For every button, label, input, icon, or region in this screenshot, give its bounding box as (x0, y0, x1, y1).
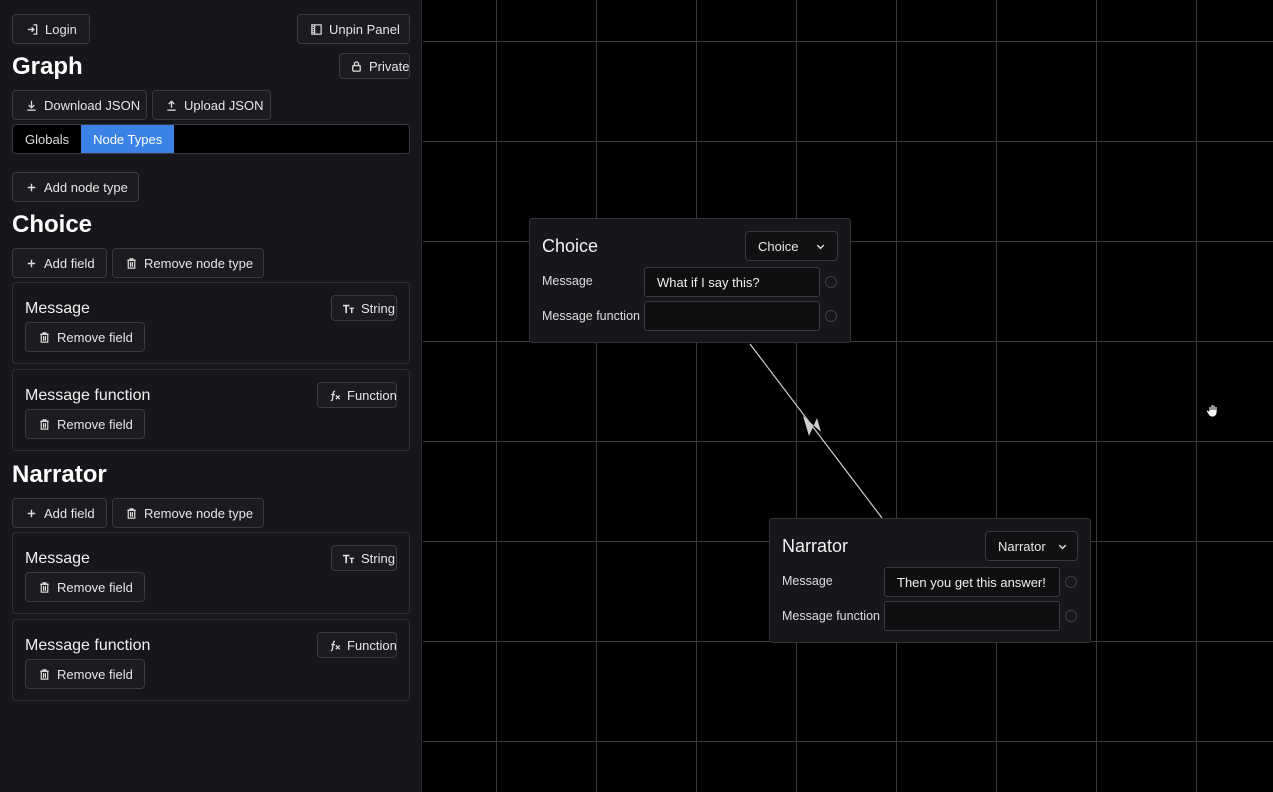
tab-node-types[interactable]: Node Types (81, 125, 175, 153)
node-type-select[interactable]: Narrator (985, 531, 1078, 561)
plus-icon (25, 180, 38, 194)
field-type-label: Function (347, 637, 397, 653)
download-json-label: Download JSON (44, 97, 141, 113)
field-type-label: String (361, 300, 395, 316)
panel-tabs: Globals Node Types (12, 124, 410, 154)
field-type-button[interactable]: String (331, 545, 397, 571)
unpin-panel-label: Unpin Panel (329, 21, 400, 37)
add-field-label: Add field (44, 255, 95, 271)
field-name: Message function (25, 387, 151, 404)
node-type-select-value: Narrator (998, 538, 1046, 554)
trash-icon (38, 417, 51, 431)
remove-field-button[interactable]: Remove field (25, 659, 145, 689)
field-card: Message function Function Remove field (12, 619, 410, 701)
lock-icon (350, 59, 363, 73)
add-field-button[interactable]: Add field (12, 498, 107, 528)
node-type-select[interactable]: Choice (745, 231, 838, 261)
output-port[interactable] (825, 310, 837, 322)
chevron-down-icon (1056, 539, 1069, 553)
upload-json-button[interactable]: Upload JSON (152, 90, 271, 120)
field-name: Message (25, 300, 90, 317)
plus-icon (25, 506, 38, 520)
login-button[interactable]: Login (12, 14, 90, 44)
remove-field-label: Remove field (57, 666, 133, 682)
download-json-button[interactable]: Download JSON (12, 90, 147, 120)
remove-field-label: Remove field (57, 416, 133, 432)
graph-title: Graph (12, 53, 83, 80)
field-card: Message String Remove field (12, 282, 410, 364)
graph-canvas[interactable]: Choice Choice Message What if I say this… (423, 0, 1273, 792)
node-field-label: Message (782, 574, 833, 588)
node-type-title: Choice (12, 211, 93, 238)
message-function-input[interactable] (884, 601, 1060, 631)
login-icon (25, 22, 39, 36)
text-type-icon (342, 301, 355, 315)
remove-field-button[interactable]: Remove field (25, 322, 145, 352)
node-type-select-value: Choice (758, 238, 799, 254)
field-name: Message function (25, 637, 151, 654)
trash-icon (38, 667, 51, 681)
field-type-label: String (361, 550, 395, 566)
add-field-button[interactable]: Add field (12, 248, 107, 278)
upload-json-label: Upload JSON (184, 97, 264, 113)
plus-icon (25, 256, 38, 270)
login-label: Login (45, 21, 77, 37)
function-icon (328, 638, 341, 652)
add-field-label: Add field (44, 505, 95, 521)
side-panel: Login Unpin Panel Graph Private Download… (0, 0, 422, 792)
field-type-button[interactable]: String (331, 295, 397, 321)
chevron-down-icon (813, 239, 827, 253)
private-label: Private (369, 58, 410, 74)
field-name: Message (25, 550, 90, 567)
message-function-input[interactable] (644, 301, 820, 331)
add-node-type-label: Add node type (44, 179, 128, 195)
trash-icon (38, 580, 51, 594)
node-title: Choice (542, 236, 599, 256)
graph-node-choice[interactable]: Choice Choice Message What if I say this… (529, 218, 851, 343)
output-port[interactable] (1065, 576, 1077, 588)
edge-layer (749, 343, 883, 519)
trash-icon (125, 256, 138, 270)
field-card: Message function Function Remove field (12, 369, 410, 451)
graph-node-narrator[interactable]: Narrator Narrator Message Then you get t… (769, 518, 1091, 643)
node-title: Narrator (782, 536, 849, 556)
node-field-label: Message (542, 274, 593, 288)
output-port[interactable] (825, 276, 837, 288)
remove-field-label: Remove field (57, 579, 133, 595)
graph-edge[interactable] (749, 343, 883, 519)
remove-field-button[interactable]: Remove field (25, 409, 145, 439)
unpin-panel-button[interactable]: Unpin Panel (297, 14, 410, 44)
function-icon (328, 388, 341, 402)
node-field-label: Message function (782, 609, 880, 623)
add-node-type-button[interactable]: Add node type (12, 172, 139, 202)
hand-cursor-icon (1205, 402, 1221, 418)
field-type-button[interactable]: Function (317, 382, 397, 408)
node-field-label: Message function (542, 309, 640, 323)
trash-icon (125, 506, 138, 520)
tab-globals[interactable]: Globals (13, 125, 81, 153)
message-input[interactable]: Then you get this answer! (884, 567, 1060, 597)
download-icon (25, 98, 38, 112)
trash-icon (38, 330, 51, 344)
unpin-icon (310, 22, 323, 36)
field-card: Message String Remove field (12, 532, 410, 614)
remove-field-button[interactable]: Remove field (25, 572, 145, 602)
node-type-title: Narrator (12, 461, 107, 488)
edge-arrow-icon (803, 416, 821, 436)
remove-node-type-label: Remove node type (144, 255, 254, 271)
output-port[interactable] (1065, 610, 1077, 622)
remove-field-label: Remove field (57, 329, 133, 345)
private-toggle-button[interactable]: Private (339, 53, 410, 79)
message-input[interactable]: What if I say this? (644, 267, 820, 297)
remove-node-type-button[interactable]: Remove node type (112, 248, 264, 278)
upload-icon (165, 98, 178, 112)
text-type-icon (342, 551, 355, 565)
field-type-label: Function (347, 387, 397, 403)
remove-node-type-button[interactable]: Remove node type (112, 498, 264, 528)
field-type-button[interactable]: Function (317, 632, 397, 658)
remove-node-type-label: Remove node type (144, 505, 254, 521)
